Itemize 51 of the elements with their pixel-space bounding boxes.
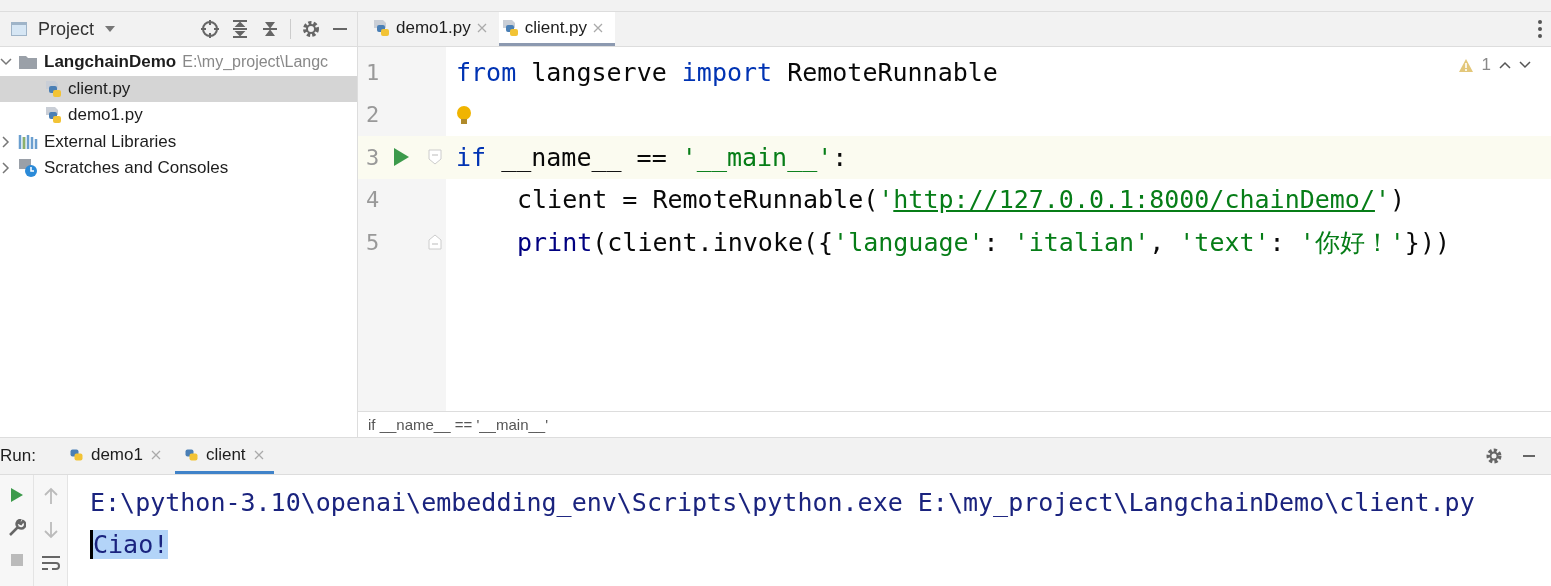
scratch-icon [18, 158, 38, 179]
tree-item[interactable]: client.py [0, 75, 357, 102]
locate-icon[interactable] [200, 19, 220, 39]
breadcrumb[interactable]: if __name__ == '__main__' [368, 416, 549, 433]
expand-all-icon[interactable] [230, 19, 250, 39]
code-line: print(client.invoke({'language': 'italian', 'text': '你好！'})) [517, 226, 1450, 259]
close-icon[interactable] [593, 22, 604, 33]
tree-item-label[interactable]: Scratches and Consoles [44, 158, 229, 179]
tree-item-label[interactable]: External Libraries [44, 131, 177, 152]
window-icon [10, 21, 28, 37]
console-text: Ciao! [90, 529, 169, 559]
python-icon [69, 448, 83, 461]
path-text: E:\my_project\Langc [182, 53, 329, 72]
run-tab[interactable]: demo1 [59, 438, 171, 474]
line-number: 1 [366, 59, 381, 85]
code-line: if __name__ == '__main__': [456, 142, 848, 172]
run-icon[interactable] [392, 147, 410, 168]
tree-item-label[interactable]: LangchainDemo [44, 52, 177, 73]
run-label: Run: [0, 446, 36, 466]
warning-count[interactable]: 1 [1481, 55, 1491, 75]
run-icon[interactable] [9, 487, 24, 503]
more-icon[interactable] [1537, 19, 1543, 39]
dropdown-icon[interactable] [104, 25, 117, 33]
python-file-icon [500, 18, 519, 37]
settings-icon[interactable] [301, 19, 321, 39]
line-number: 3 [366, 144, 381, 170]
editor-tab[interactable]: demo1.py [370, 12, 499, 46]
panel-title[interactable]: Project [38, 18, 95, 40]
line-number: 2 [366, 102, 381, 128]
console-text: E:\python-3.10\openai\embedding_env\Scripts\python.exe E:\my_project\LangchainDemo\client.py [90, 487, 1475, 517]
python-file-icon [372, 18, 390, 37]
folder-icon [18, 54, 38, 71]
next-icon[interactable] [1519, 61, 1531, 69]
code-line: from langserve import RemoteRunnable [456, 57, 998, 87]
soft-wrap-icon[interactable] [40, 555, 61, 571]
editor-tab[interactable]: client.py [498, 12, 616, 46]
wrench-icon[interactable] [7, 519, 26, 537]
previous-icon[interactable] [1499, 61, 1511, 69]
warning-icon [1457, 57, 1474, 73]
python-file-icon [44, 79, 62, 98]
lightbulb-icon[interactable] [456, 104, 472, 125]
code-line: client = RemoteRunnable('http://127.0.0.1:8000/chainDemo/') [517, 185, 1406, 215]
line-number: 5 [366, 229, 381, 255]
library-icon [18, 132, 38, 151]
line-number: 4 [366, 187, 381, 213]
settings-icon[interactable] [1485, 447, 1503, 465]
run-tab[interactable]: client [174, 438, 274, 474]
python-icon [184, 448, 198, 461]
collapse-all-icon[interactable] [260, 19, 280, 39]
python-file-icon [44, 106, 62, 125]
tree-item[interactable]: demo1.py [0, 102, 357, 129]
